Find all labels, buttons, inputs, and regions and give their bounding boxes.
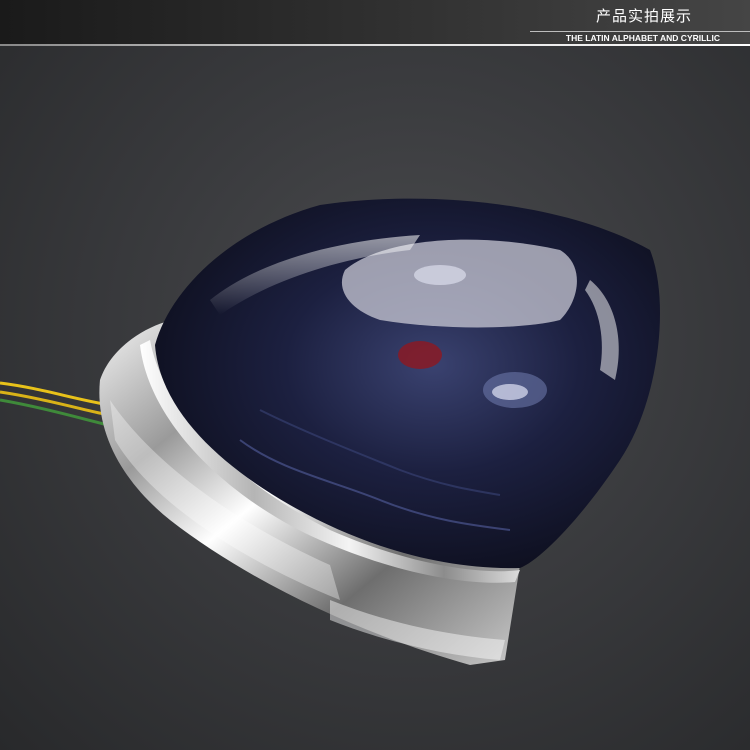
tail-light-photo (0, 198, 660, 665)
header-subtitle-rule (530, 31, 750, 32)
inner-bulb-glint (414, 265, 466, 285)
header-title: 产品实拍展示 (595, 7, 692, 25)
wires (0, 381, 105, 426)
header-subtitle: THE LATIN ALPHABET AND CYRILLIC (565, 33, 720, 43)
inner-bulb-red (398, 341, 442, 369)
inner-reflector-glint (492, 384, 528, 400)
product-photo-page: 产品实拍展示 THE LATIN ALPHABET AND CYRILLIC (0, 0, 750, 750)
